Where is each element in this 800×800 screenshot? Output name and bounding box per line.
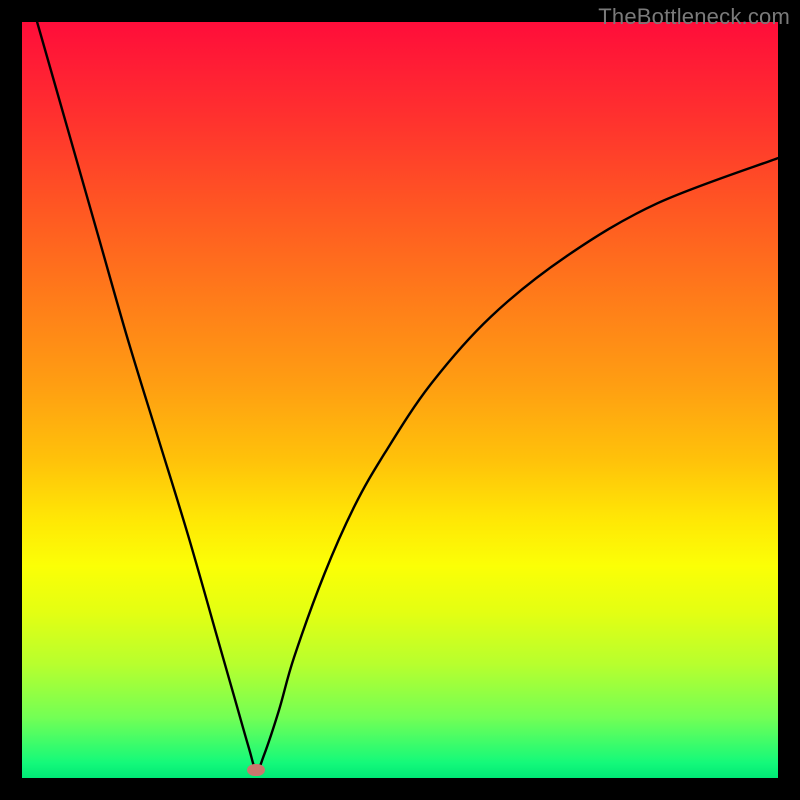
minimum-marker (247, 764, 265, 776)
watermark-text: TheBottleneck.com (598, 4, 790, 30)
bottleneck-curve (22, 22, 778, 778)
chart-frame: TheBottleneck.com (0, 0, 800, 800)
chart-plot-area (22, 22, 778, 778)
